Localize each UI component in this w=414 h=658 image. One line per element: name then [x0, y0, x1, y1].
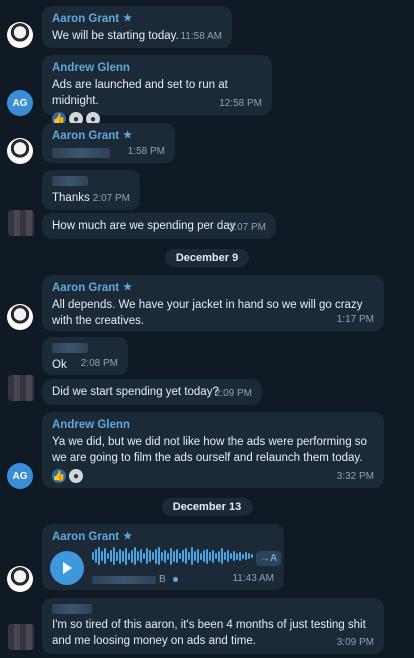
- timestamp: 1:17 PM: [336, 314, 374, 325]
- play-icon: [63, 562, 72, 574]
- timestamp: 11:43 AM: [232, 573, 274, 584]
- message-text: I'm so tired of this aaron, it's been 4 …: [52, 619, 366, 647]
- avatar-aaron[interactable]: [7, 22, 33, 48]
- waveform[interactable]: [92, 546, 253, 566]
- redacted-name: [52, 176, 88, 186]
- message-text: Ya we did, but we did not like how the a…: [52, 436, 367, 464]
- message-bubble: Thanks 2:07 PM: [42, 170, 140, 210]
- reaction-avatar: ●: [69, 469, 83, 483]
- timestamp: 2:07 PM: [92, 193, 130, 204]
- message-bubble: Aaron Grant ★ We will be starting today. …: [42, 6, 232, 48]
- avatar-andrew[interactable]: AG: [7, 90, 33, 116]
- timestamp: 11:58 AM: [180, 31, 222, 42]
- timestamp: 12:58 PM: [219, 98, 262, 109]
- timestamp: 2:09 PM: [214, 388, 252, 399]
- star-icon: ★: [123, 531, 133, 542]
- avatar-aaron[interactable]: [7, 566, 33, 592]
- redacted-name: [52, 343, 88, 353]
- avatar-blurred[interactable]: [8, 210, 34, 236]
- timestamp: 2:08 PM: [80, 358, 118, 369]
- avatar-aaron[interactable]: [7, 304, 33, 330]
- sender-name[interactable]: Andrew Glenn: [52, 61, 262, 75]
- sender-name[interactable]: Aaron Grant: [52, 129, 119, 143]
- avatar-blurred[interactable]: [8, 624, 34, 650]
- date-divider: December 13: [161, 498, 253, 516]
- message-bubble: Aaron Grant ★ 1:58 PM: [42, 123, 175, 163]
- redacted-duration: [92, 575, 156, 584]
- message-bubble: I'm so tired of this aaron, it's been 4 …: [42, 598, 384, 654]
- voice-message-bubble: Aaron Grant ★ →A B 11:43 AM: [42, 524, 284, 590]
- star-icon: ★: [123, 282, 133, 293]
- message-bubble: Andrew Glenn Ads are launched and set to…: [42, 55, 272, 126]
- thumbs-up-icon[interactable]: 👍: [52, 469, 66, 483]
- sender-name[interactable]: Andrew Glenn: [52, 418, 374, 432]
- date-divider: December 9: [164, 249, 250, 267]
- reactions[interactable]: 👍 ●: [52, 469, 374, 483]
- star-icon: ★: [123, 130, 133, 141]
- voice-size-suffix: B: [159, 574, 166, 585]
- sender-name[interactable]: Aaron Grant: [52, 12, 119, 26]
- timestamp: 3:32 PM: [336, 471, 374, 482]
- message-bubble: Ok 2:08 PM: [42, 337, 128, 375]
- redacted-text: [52, 148, 110, 158]
- sender-name[interactable]: Aaron Grant: [52, 281, 119, 295]
- message-bubble: How much are we spending per day 2:07 PM: [42, 213, 276, 239]
- avatar-andrew[interactable]: AG: [7, 463, 33, 489]
- redacted-name: [52, 604, 92, 614]
- transcribe-button[interactable]: →A: [256, 551, 282, 566]
- avatar-blurred[interactable]: [8, 375, 34, 401]
- message-bubble: Andrew Glenn Ya we did, but we did not l…: [42, 412, 384, 488]
- message-bubble: Aaron Grant ★ All depends. We have your j…: [42, 275, 384, 331]
- timestamp: 3:09 PM: [336, 637, 374, 648]
- play-button[interactable]: [50, 551, 84, 585]
- sender-name[interactable]: Aaron Grant: [52, 530, 119, 544]
- message-bubble: Did we start spending yet today? 2:09 PM: [42, 379, 262, 405]
- avatar-aaron[interactable]: [7, 138, 33, 164]
- star-icon: ★: [123, 13, 133, 24]
- message-text: All depends. We have your jacket in hand…: [52, 299, 363, 327]
- unread-dot: [172, 577, 178, 582]
- timestamp: 1:58 PM: [127, 146, 165, 157]
- timestamp: 2:07 PM: [228, 222, 266, 233]
